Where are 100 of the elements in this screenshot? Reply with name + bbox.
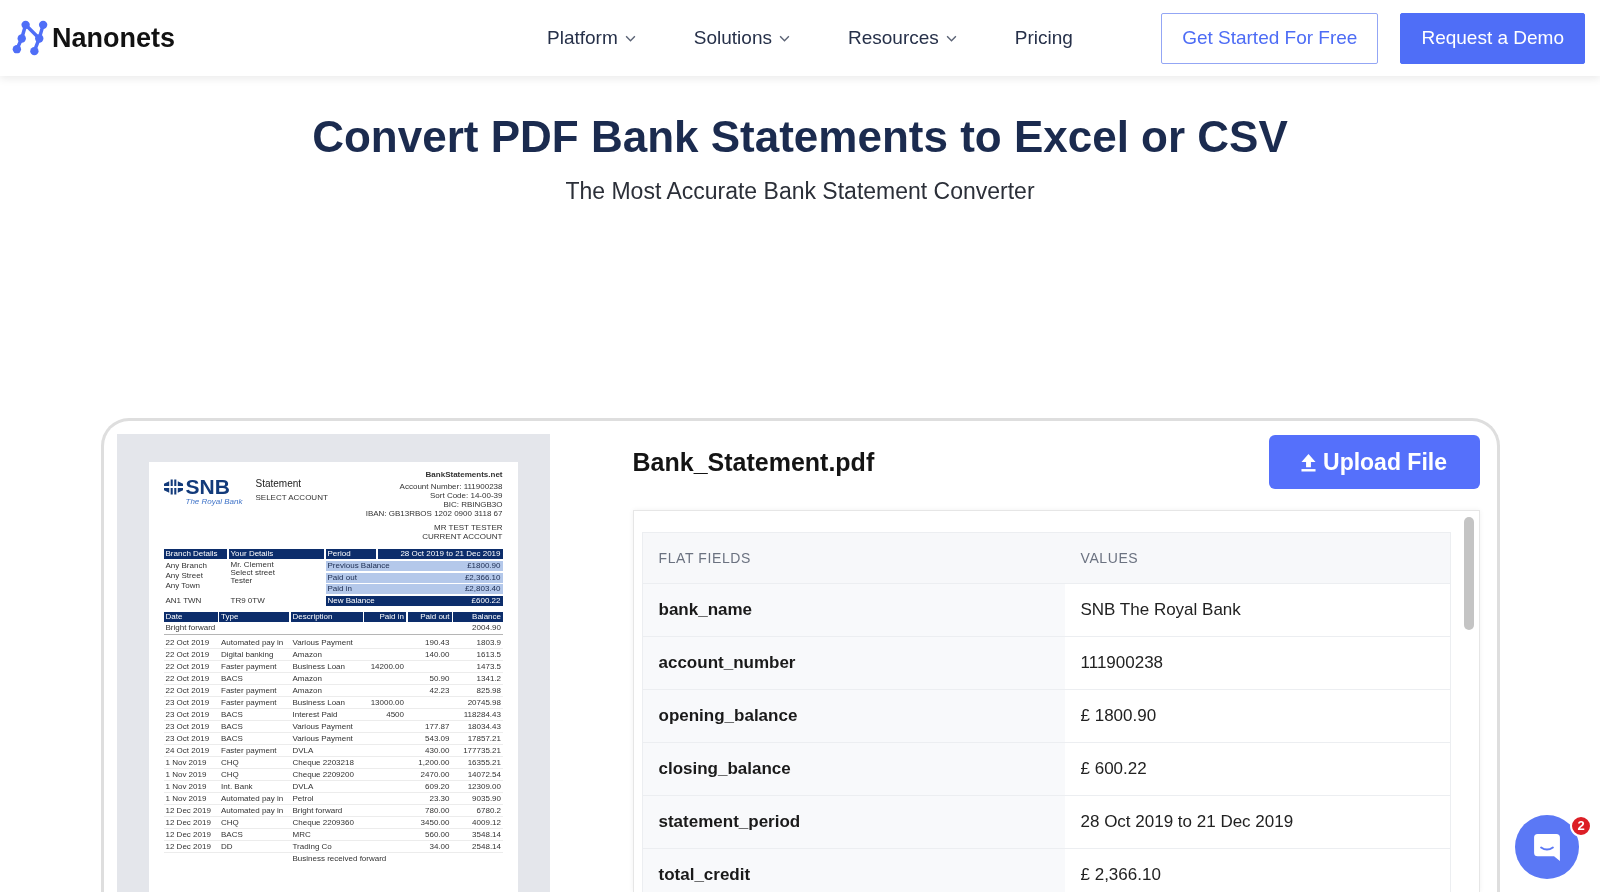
address-line: Any Town xyxy=(165,581,202,591)
table-header-cell: Balance xyxy=(453,611,503,622)
summary-value: £2,366.10 xyxy=(464,572,501,583)
table-cell-text: 22 Oct 2019 xyxy=(164,637,211,647)
table-cell-text: 6780.2 xyxy=(475,805,502,815)
field-name-cell: account_number xyxy=(642,636,1065,690)
nav-menu-link[interactable]: Pricing xyxy=(1014,27,1073,49)
table-cell-text: 14072.54 xyxy=(466,769,502,779)
table-cell-text: Automated pay in xyxy=(220,637,285,647)
logo-link[interactable]: Nanonets xyxy=(12,20,176,56)
account-info-line: IBAN: GB13RBOS 1202 0900 3118 67 xyxy=(365,509,503,518)
statement-title: Statement xyxy=(255,478,303,490)
table-cell-text: 780.00 xyxy=(424,805,451,815)
summary-value: £600.22 xyxy=(471,595,501,606)
table-cell-text: BACS xyxy=(220,829,244,839)
table-cell-text: 18034.43 xyxy=(466,721,502,731)
table-cell-text: Amazon xyxy=(291,673,323,683)
table-cell-text: 1 Nov 2019 xyxy=(164,781,208,791)
table-cell-text: 430.00 xyxy=(424,745,451,755)
table-cell-text: CHQ xyxy=(220,769,240,779)
chat-launcher-button[interactable] xyxy=(1515,815,1579,879)
table-cell-text: Cheque 2209200 xyxy=(291,769,355,779)
summary-value: £2,803.40 xyxy=(464,584,501,594)
table-cell-text: 23 Oct 2019 xyxy=(164,697,211,707)
table-cell-text: 24 Oct 2019 xyxy=(164,745,211,755)
request-demo-button[interactable]: Request a Demo xyxy=(1400,12,1585,64)
column-header: VALUES xyxy=(1064,532,1450,584)
table-cell-text: 22 Oct 2019 xyxy=(164,661,211,671)
table-cell-text: 1473.5 xyxy=(475,661,502,671)
field-name-cell: bank_name xyxy=(642,583,1065,637)
table-cell-text: 9035.90 xyxy=(471,793,502,803)
table-cell-text: Faster payment xyxy=(220,745,278,755)
table-cell-text: 22 Oct 2019 xyxy=(164,649,211,659)
table-cell-text: 4009.12 xyxy=(471,817,502,827)
table-cell-text: 12 Dec 2019 xyxy=(164,841,212,851)
table-cell-text: 560.00 xyxy=(424,829,451,839)
field-name-cell: total_credit xyxy=(642,848,1065,892)
table-cell-text: 12 Dec 2019 xyxy=(164,829,212,839)
table-cell-text: CHQ xyxy=(220,817,240,827)
table-cell-text: 825.98 xyxy=(475,685,502,695)
table-cell-text: 1613.5 xyxy=(475,649,502,659)
table-cell-text: 2548.14 xyxy=(471,841,502,851)
account-holder-line: MR TEST TESTER xyxy=(433,523,503,532)
summary-label: Paid out xyxy=(327,572,357,583)
table-cell-text: DVLA xyxy=(291,745,315,755)
table-cell-text: 23 Oct 2019 xyxy=(164,721,211,731)
table-cell-text: Faster payment xyxy=(220,661,278,671)
field-name-cell: closing_balance xyxy=(642,742,1065,796)
table-cell-text: Faster payment xyxy=(220,697,278,707)
table-cell-text: 118284.43 xyxy=(462,709,502,719)
account-info-line: Account Number: 111900238 xyxy=(398,482,503,491)
table-cell-text: 2004.90 xyxy=(471,623,502,632)
table-cell-text: MRC xyxy=(291,829,312,839)
field-value-cell: £ 600.22 xyxy=(1064,742,1450,796)
table-cell-text: BACS xyxy=(220,709,244,719)
table-cell-text: Bright forward xyxy=(291,805,344,815)
upload-file-button[interactable]: Upload File xyxy=(1268,435,1480,489)
table-cell-text: 23.30 xyxy=(428,793,451,803)
table-cell-text: Int. Bank xyxy=(220,781,254,791)
field-value-cell: £ 1800.90 xyxy=(1064,689,1450,743)
table-cell-text: 12 Dec 2019 xyxy=(164,817,212,827)
table-cell-text: BACS xyxy=(220,673,244,683)
table-header-cell: Paid in xyxy=(364,611,406,622)
table-cell-text: 3548.14 xyxy=(471,829,502,839)
table-cell-text: 4500 xyxy=(385,709,405,719)
table-cell-text: BACS xyxy=(220,733,244,743)
table-cell-text: Various Payment xyxy=(291,733,354,743)
table-cell-text: Bright forward xyxy=(164,623,217,632)
address-line: Mr. Clement xyxy=(230,561,275,569)
field-name-cell: statement_period xyxy=(642,795,1065,849)
table-cell-text: 177735.21 xyxy=(462,745,502,755)
nav-menu-link[interactable]: Platform xyxy=(547,27,636,49)
table-cell-text: Digital banking xyxy=(220,649,275,659)
table-cell-text: 16355.21 xyxy=(466,757,502,767)
bank-tagline: The Royal Bank xyxy=(185,497,244,506)
address-line: Tester xyxy=(230,577,254,585)
nav-menu-link[interactable]: Solutions xyxy=(693,27,790,49)
table-header-cell: Description xyxy=(290,611,363,622)
table-cell-text: 12 Dec 2019 xyxy=(164,805,212,815)
table-cell-text: 34.00 xyxy=(428,841,451,851)
table-cell-text: 177.87 xyxy=(424,721,451,731)
table-cell-text: 12309.00 xyxy=(466,781,502,791)
table-cell-text: 190.43 xyxy=(424,637,451,647)
scrollbar-thumb[interactable] xyxy=(1463,517,1474,630)
table-cell-text: Amazon xyxy=(291,685,323,695)
file-name: Bank_Statement.pdf xyxy=(632,447,875,477)
table-cell-text: Cheque 2203218 xyxy=(291,757,355,767)
table-cell-text: Automated pay in xyxy=(220,793,285,803)
summary-label: Previous Balance xyxy=(327,561,390,571)
page-subtitle: The Most Accurate Bank Statement Converter xyxy=(564,177,1036,205)
document-note: Business received forward xyxy=(291,854,388,863)
get-started-button[interactable]: Get Started For Free xyxy=(1161,12,1379,64)
summary-label: Paid in xyxy=(327,584,352,594)
table-cell-text: 1803.9 xyxy=(475,637,502,647)
table-cell-text: 17857.21 xyxy=(466,733,502,743)
table-cell-text: 13000.00 xyxy=(369,697,405,707)
table-cell-text: Cheque 2209360 xyxy=(291,817,355,827)
summary-value: £1800.90 xyxy=(467,561,501,571)
address-line: AN1 TWN xyxy=(165,595,203,606)
nav-menu-link[interactable]: Resources xyxy=(847,27,957,49)
